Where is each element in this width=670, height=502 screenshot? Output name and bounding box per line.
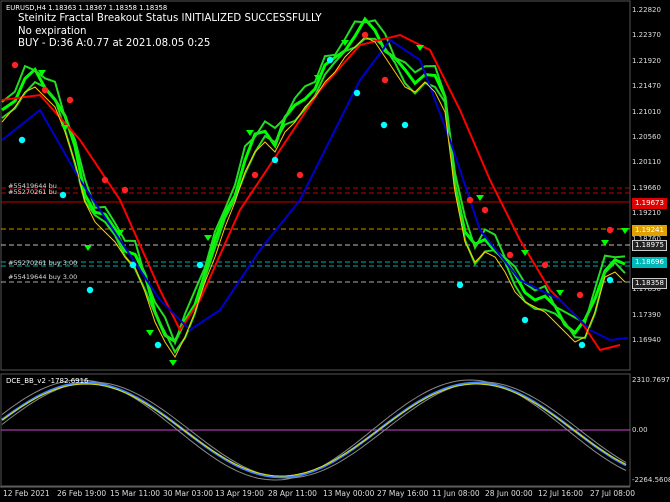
price-level-box: 1.19241 [632, 225, 667, 236]
buy-dot [578, 341, 586, 349]
arrow-marker [556, 290, 564, 296]
buy-dot [86, 286, 94, 294]
symbol-info: EURUSD,H4 1.18363 1.18367 1.18358 1.1835… [6, 4, 168, 12]
status-line-1: Steinitz Fractal Breakout Status INITIAL… [18, 13, 322, 24]
x-tick: 28 Jun 00:00 [485, 489, 533, 498]
sell-dot [251, 171, 259, 179]
y-tick: 1.19660 [632, 183, 661, 192]
sub-tick-bottom: -2264.5608 [632, 476, 670, 484]
buy-dot [129, 261, 137, 269]
status-line-2: No expiration [18, 26, 87, 37]
x-tick: 28 Apr 11:00 [268, 489, 317, 498]
x-tick: 11 Jun 08:00 [432, 489, 480, 498]
arrow-marker [621, 228, 629, 234]
chart-window[interactable]: { "symbol_line": "EURUSD,H4 1.18363 1.18… [0, 0, 670, 502]
x-tick: 30 Mar 03:00 [163, 489, 214, 498]
y-tick: 1.21470 [632, 82, 661, 91]
y-tick: 1.20560 [632, 133, 661, 141]
y-tick: 1.22820 [632, 6, 661, 14]
arrow-marker [169, 360, 177, 366]
buy-dot [401, 121, 409, 129]
arrow-marker [476, 195, 484, 201]
sell-dot [121, 186, 129, 194]
main-frame [0, 0, 631, 371]
buy-dot [456, 281, 464, 289]
y-tick: 1.20110 [632, 158, 661, 167]
arrow-marker [204, 235, 212, 241]
buy-dot [326, 56, 334, 64]
sell-dot [381, 76, 389, 84]
price-level-box: 1.18696 [632, 257, 667, 268]
price-level-box: 1.18975 [632, 240, 667, 251]
buy-dot [18, 136, 26, 144]
sell-dot [506, 251, 514, 259]
y-tick: 1.16940 [632, 336, 661, 345]
buy-dot [606, 276, 614, 284]
buy-dot [271, 156, 279, 164]
y-tick: 1.22370 [632, 31, 661, 40]
x-tick: 13 May 00:00 [323, 489, 375, 498]
buy-dot [521, 316, 529, 324]
sub-tick-zero: 0.00 [632, 426, 648, 434]
buy-dot [353, 89, 361, 97]
ma-blue-line [1, 38, 629, 342]
x-tick: 12 Feb 2021 [3, 489, 50, 498]
indicator-title: DCE_BB_v2 -1782.6916 [6, 377, 89, 385]
sell-dot [481, 206, 489, 214]
y-tick: 1.17390 [632, 310, 661, 319]
x-tick: 27 Jul 08:00 [590, 489, 635, 498]
price-level-box: 1.18358 [632, 278, 667, 289]
price-chart[interactable] [0, 0, 670, 502]
sell-dot [101, 176, 109, 184]
buy-dot [59, 191, 67, 199]
y-tick: 1.21920 [632, 56, 661, 65]
x-tick: 27 May 16:00 [377, 489, 429, 498]
arrow-marker [146, 330, 154, 336]
x-tick: 13 Apr 19:00 [215, 489, 264, 498]
sell-dot [66, 96, 74, 104]
x-tick: 12 Jul 16:00 [538, 489, 583, 498]
ma-yellow-line [1, 36, 626, 358]
sell-dot [361, 31, 369, 39]
order-label-2[interactable]: #55270261 bu [8, 188, 57, 196]
sell-dot [41, 86, 49, 94]
sell-dot [466, 196, 474, 204]
buy-dot [196, 261, 204, 269]
buy-dot [154, 341, 162, 349]
sub-tick-top: 2310.7697 [632, 376, 670, 384]
x-tick: 26 Feb 19:00 [57, 489, 107, 498]
order-label-4[interactable]: #55419644 buy 3.00 [8, 273, 77, 281]
buy-dot [380, 121, 388, 129]
arrow-marker [246, 130, 254, 136]
price-level-box: 1.19673 [632, 198, 667, 209]
sell-dot [296, 171, 304, 179]
x-tick: 15 Mar 11:00 [110, 489, 161, 498]
sell-dot [606, 226, 614, 234]
sell-dot [541, 261, 549, 269]
arrow-marker [84, 245, 92, 251]
sell-dot [576, 291, 584, 299]
arrow-marker [416, 45, 424, 51]
sell-dot [11, 61, 19, 69]
y-tick: 1.21010 [632, 107, 661, 116]
status-line-3: BUY - D:36 A:0.77 at 2021.08.05 0:25 [18, 38, 211, 49]
order-label-3[interactable]: #55270261 buy 3.00 [8, 259, 77, 267]
price-candles-upper [1, 19, 626, 346]
y-tick: 1.19210 [632, 209, 661, 218]
price-candles [1, 16, 626, 344]
